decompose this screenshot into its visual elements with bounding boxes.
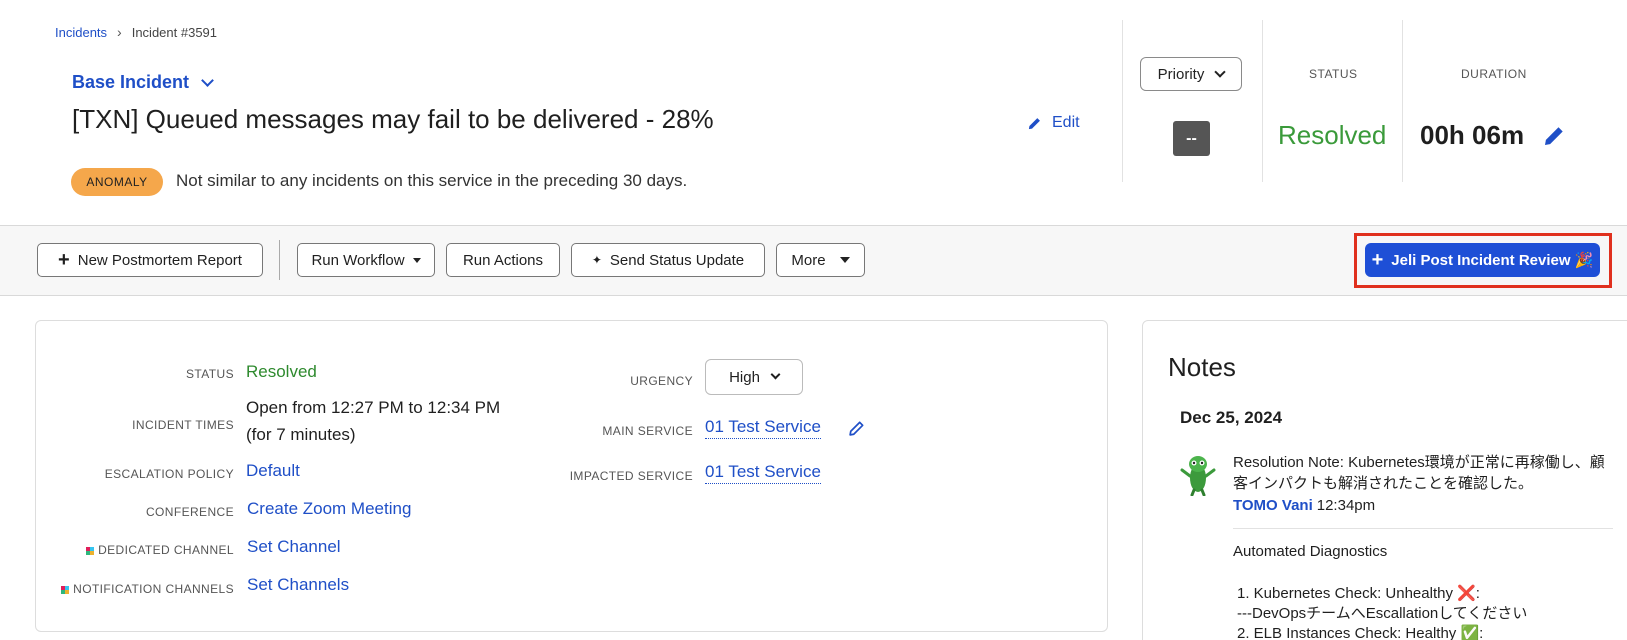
plus-icon: + [58, 249, 70, 271]
chevron-down-icon [1214, 65, 1226, 78]
incident-page: Incidents › Incident #3591 Base Incident… [0, 0, 1627, 640]
edit-title-button[interactable]: Edit [1027, 114, 1080, 132]
anomaly-description: Not similar to any incidents on this ser… [176, 171, 688, 190]
escalation-policy-link[interactable]: Default [246, 461, 300, 481]
diagnostics-list: 1. Kubernetes Check: Unhealthy ❌: ---Dev… [1237, 584, 1527, 640]
more-button[interactable]: More [776, 243, 865, 277]
anomaly-badge: ANOMALY [71, 168, 163, 196]
set-channels-link[interactable]: Set Channels [247, 575, 349, 595]
sparkle-icon: ✦ [591, 253, 602, 267]
plus-icon: + [1371, 249, 1384, 271]
status-field-label: STATUS [186, 367, 234, 381]
breadcrumb-incidents-link[interactable]: Incidents [55, 25, 107, 40]
priority-label: Priority [1157, 65, 1205, 83]
resolution-note-text: Resolution Note: Kubernetes環境が正常に再稼働し、顧客… [1233, 454, 1605, 492]
pencil-icon [1028, 117, 1040, 129]
highlight-box: + Jeli Post Incident Review 🎉 [1354, 233, 1612, 288]
incident-header: Incidents › Incident #3591 Base Incident… [0, 0, 1627, 225]
avatar [1180, 456, 1216, 496]
diagnostics-item: 1. Kubernetes Check: Unhealthy ❌: [1237, 585, 1480, 602]
breadcrumb-current: Incident #3591 [131, 24, 218, 40]
header-divider [1122, 20, 1123, 182]
duration-heading: DURATION [1461, 67, 1527, 81]
duration-value: 00h 06m [1420, 120, 1525, 150]
notification-channels-text: NOTIFICATION CHANNELS [73, 582, 234, 596]
breadcrumb: Incidents › Incident #3591 [55, 24, 217, 40]
jeli-review-label: Jeli Post Incident Review 🎉 [1391, 252, 1594, 269]
escalation-policy-label: ESCALATION POLICY [104, 467, 234, 481]
diagnostics-item: ---DevOpsチームへEscallationしてください [1237, 605, 1528, 622]
jeli-post-incident-review-button[interactable]: + Jeli Post Incident Review 🎉 [1365, 243, 1600, 277]
urgency-label: URGENCY [630, 374, 693, 388]
incident-times-label: INCIDENT TIMES [132, 418, 234, 432]
incident-times-line1: Open from 12:27 PM to 12:34 PM [246, 398, 501, 417]
impacted-service-link[interactable]: 01 Test Service [705, 462, 821, 484]
status-value: Resolved [1278, 120, 1387, 150]
send-status-update-button[interactable]: ✦ Send Status Update [571, 243, 765, 277]
more-label: More [791, 251, 826, 269]
impacted-service-label: IMPACTED SERVICE [569, 469, 693, 483]
note-author: TOMO Vani 12:34pm [1233, 497, 1375, 514]
header-divider [1262, 20, 1263, 182]
run-workflow-label: Run Workflow [311, 251, 405, 269]
send-status-update-label: Send Status Update [609, 251, 745, 269]
notes-date: Dec 25, 2024 [1180, 408, 1283, 427]
dedicated-channel-label: DEDICATED CHANNEL [86, 543, 234, 557]
incident-title: [TXN] Queued messages may fail to be del… [72, 104, 714, 134]
incident-times-line2: (for 7 minutes) [246, 425, 356, 444]
main-service-label: MAIN SERVICE [602, 424, 693, 438]
main-service-link[interactable]: 01 Test Service [705, 417, 821, 439]
set-channel-link[interactable]: Set Channel [247, 537, 341, 557]
edit-label: Edit [1052, 114, 1080, 131]
conference-label: CONFERENCE [145, 505, 234, 519]
create-zoom-meeting-link[interactable]: Create Zoom Meeting [247, 499, 411, 519]
status-heading: STATUS [1309, 67, 1358, 81]
note-author-name[interactable]: TOMO Vani [1233, 497, 1313, 514]
caret-down-icon [412, 257, 421, 263]
notes-title: Notes [1168, 352, 1236, 382]
incident-type-dropdown[interactable]: Base Incident [72, 72, 214, 93]
incident-type-label: Base Incident [72, 72, 190, 92]
diagnostics-item: 2. ELB Instances Check: Healthy ✅: [1237, 625, 1484, 640]
diagnostics-title: Automated Diagnostics [1233, 543, 1388, 560]
dedicated-channel-text: DEDICATED CHANNEL [98, 543, 234, 557]
action-toolbar: + New Postmortem Report Run Workflow Run… [0, 225, 1627, 296]
header-divider [1402, 20, 1403, 182]
priority-value: -- [1173, 121, 1210, 156]
run-actions-label: Run Actions [462, 251, 544, 269]
duration-edit-button[interactable] [1542, 124, 1566, 153]
run-workflow-button[interactable]: Run Workflow [297, 243, 435, 277]
pencil-icon [1545, 127, 1563, 145]
slack-icon [86, 546, 95, 555]
slack-icon [61, 585, 70, 594]
pencil-icon [849, 421, 864, 436]
status-field-value: Resolved [246, 362, 317, 381]
run-actions-button[interactable]: Run Actions [446, 243, 560, 277]
notification-channels-label: NOTIFICATION CHANNELS [61, 582, 234, 596]
main-service-edit-button[interactable] [848, 420, 865, 442]
new-postmortem-button[interactable]: + New Postmortem Report [37, 243, 263, 277]
urgency-value: High [729, 368, 760, 386]
note-time: 12:34pm [1316, 497, 1376, 514]
note-divider [1233, 528, 1613, 529]
toolbar-divider [279, 240, 280, 280]
new-postmortem-label: New Postmortem Report [77, 251, 242, 269]
caret-down-icon [839, 257, 850, 263]
urgency-dropdown[interactable]: High [705, 359, 803, 395]
priority-dropdown[interactable]: Priority [1140, 57, 1242, 91]
chevron-down-icon [770, 369, 781, 380]
breadcrumb-separator: › [117, 24, 122, 40]
chevron-down-icon [201, 73, 214, 87]
